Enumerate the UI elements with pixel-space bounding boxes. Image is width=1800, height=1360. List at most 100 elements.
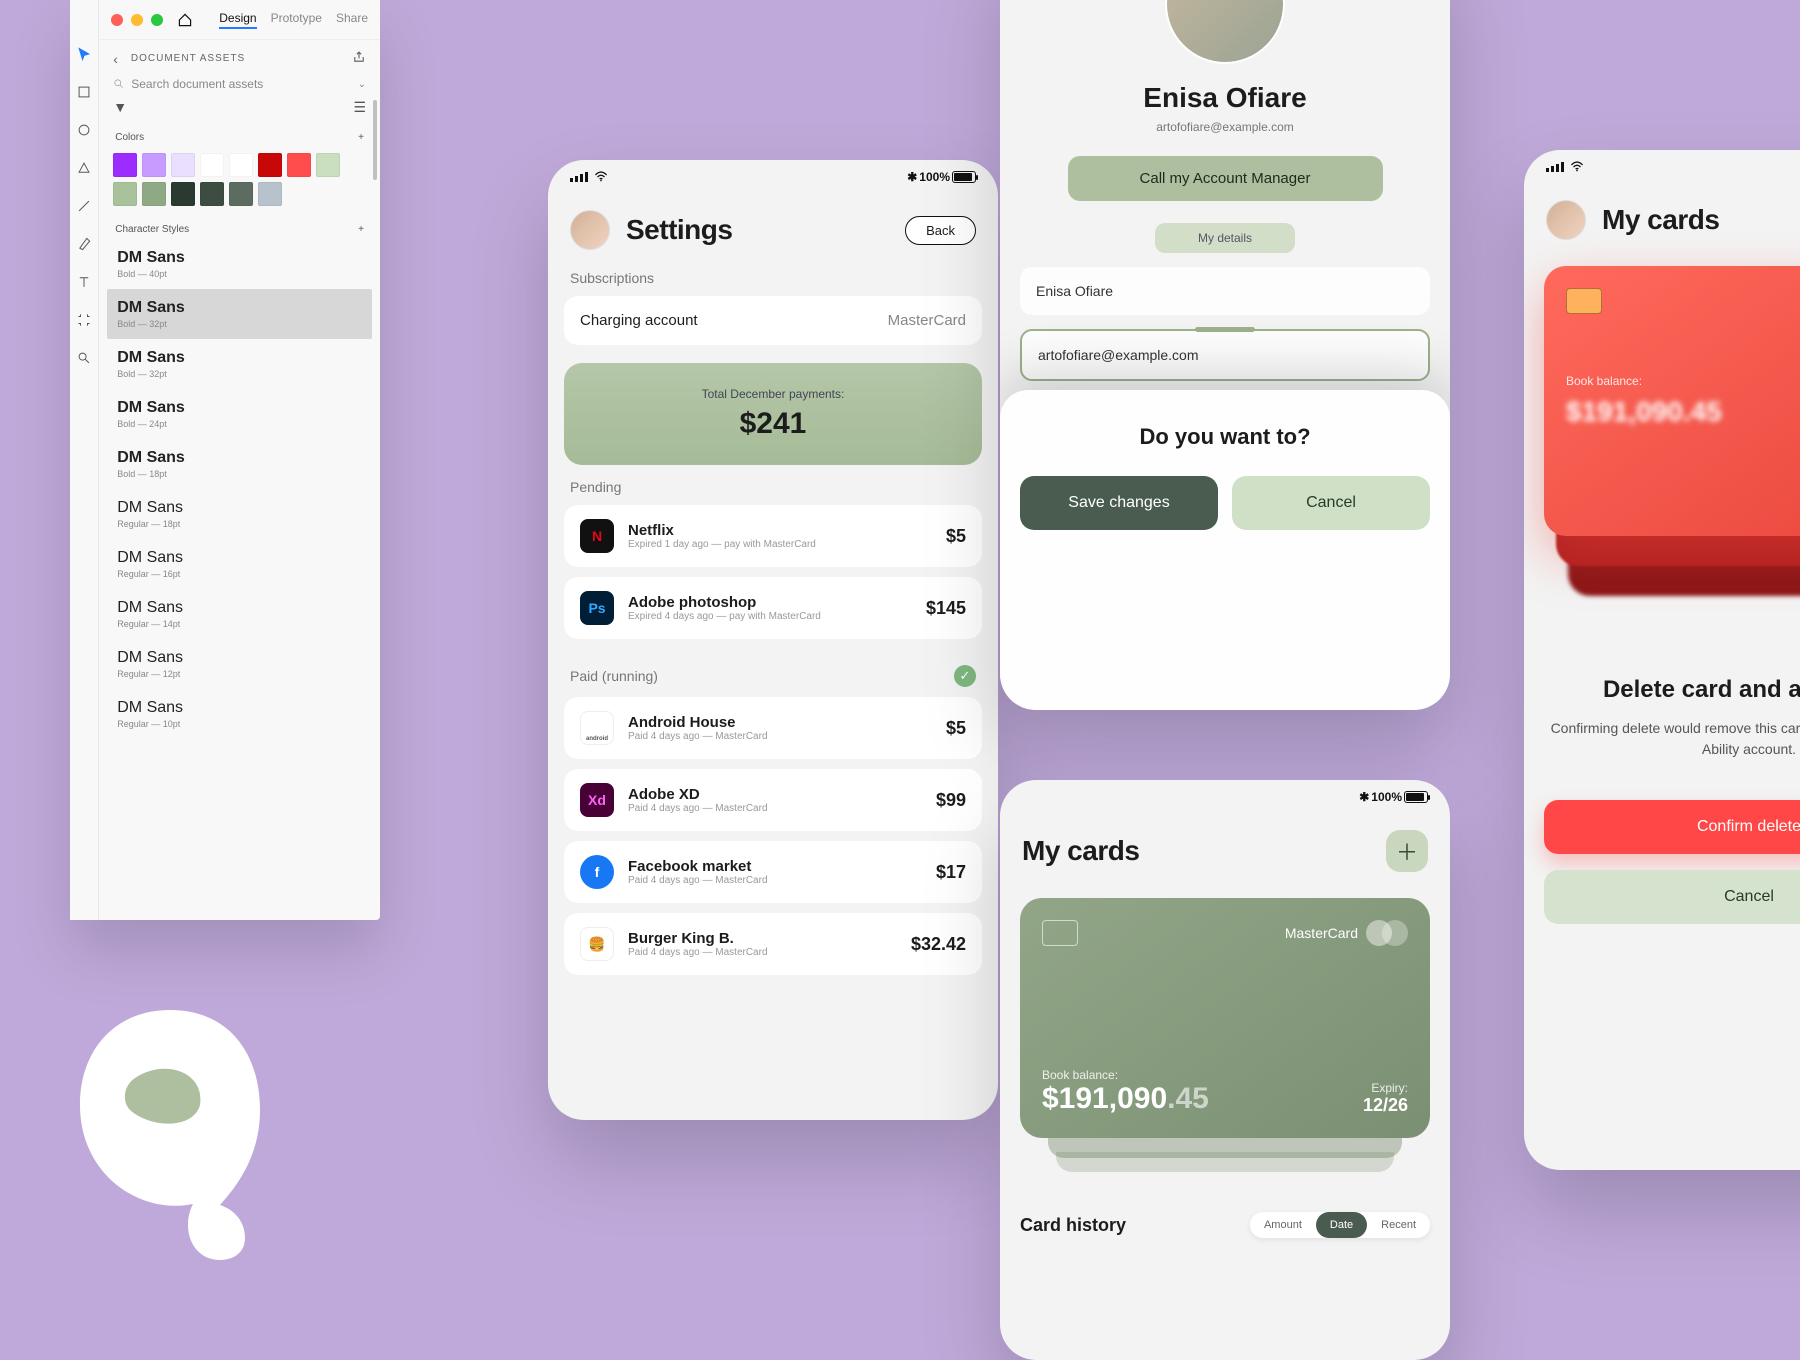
avatar[interactable]: [1546, 200, 1586, 240]
cancel-button[interactable]: Cancel: [1544, 870, 1800, 924]
seg-option[interactable]: Amount: [1250, 1212, 1316, 1238]
colors-header[interactable]: Colors +: [99, 128, 380, 147]
battery-percent: 100%: [1371, 790, 1402, 804]
chevron-down-icon[interactable]: ⌄: [358, 79, 366, 90]
sub-name: Android House: [628, 714, 932, 731]
cancel-button[interactable]: Cancel: [1232, 476, 1430, 530]
avatar[interactable]: [570, 210, 610, 250]
assets-search[interactable]: Search document assets ⌄: [113, 77, 366, 91]
add-card-button[interactable]: ＋: [1386, 830, 1428, 872]
tab-my-details[interactable]: My details: [1155, 223, 1295, 253]
line-tool-icon[interactable]: [74, 196, 94, 216]
char-style-item[interactable]: DM SansBold — 32pt: [107, 339, 372, 389]
subscription-row[interactable]: 🍔Burger King B.Paid 4 days ago — MasterC…: [564, 913, 982, 975]
color-swatch[interactable]: [171, 153, 195, 177]
minimize-window-icon[interactable]: [131, 14, 143, 26]
color-swatch[interactable]: [258, 153, 282, 177]
add-color-icon[interactable]: +: [358, 132, 364, 143]
artboard-tool-icon[interactable]: [74, 310, 94, 330]
subscription-row[interactable]: NNetflixExpired 1 day ago — pay with Mas…: [564, 505, 982, 567]
xd-assets-main: Design Prototype Share ‹ DOCUMENT ASSETS…: [99, 0, 380, 920]
sub-amount: $145: [926, 598, 966, 619]
scrollbar-thumb[interactable]: [373, 100, 377, 180]
charging-account-row[interactable]: Charging account MasterCard: [564, 296, 982, 345]
screen-settings: ✱ 100% Settings Back Subscriptions Charg…: [548, 160, 998, 1120]
tab-design[interactable]: Design: [219, 11, 256, 29]
sub-amount: $32.42: [911, 934, 966, 955]
call-manager-button[interactable]: Call my Account Manager: [1068, 156, 1383, 201]
maximize-window-icon[interactable]: [151, 14, 163, 26]
char-style-item[interactable]: DM SansRegular — 12pt: [107, 639, 372, 689]
char-style-item[interactable]: DM SansRegular — 14pt: [107, 589, 372, 639]
subscription-row[interactable]: PsAdobe photoshopExpired 4 days ago — pa…: [564, 577, 982, 639]
ellipse-tool-icon[interactable]: [74, 120, 94, 140]
rect-tool-icon[interactable]: [74, 82, 94, 102]
name-field[interactable]: Enisa Ofiare: [1020, 267, 1430, 315]
color-swatch[interactable]: [113, 182, 137, 206]
color-swatch[interactable]: [142, 153, 166, 177]
color-swatch[interactable]: [113, 153, 137, 177]
app-icon: N: [580, 519, 614, 553]
save-button[interactable]: Save changes: [1020, 476, 1218, 530]
char-style-item[interactable]: DM SansRegular — 18pt: [107, 489, 372, 539]
text-tool-icon[interactable]: [74, 272, 94, 292]
app-icon: 🍔: [580, 927, 614, 961]
email-field[interactable]: artofofiare@example.com: [1020, 329, 1430, 381]
char-style-item[interactable]: DM SansRegular — 10pt: [107, 689, 372, 739]
pen-tool-icon[interactable]: [74, 234, 94, 254]
total-value: $241: [588, 407, 958, 441]
paid-check-icon: ✓: [954, 665, 976, 687]
char-style-item[interactable]: DM SansBold — 32pt: [107, 289, 372, 339]
sub-meta: Expired 1 day ago — pay with MasterCard: [628, 539, 932, 550]
char-style-item[interactable]: DM SansBold — 40pt: [107, 239, 372, 289]
filter-icon[interactable]: ▼: [113, 99, 127, 116]
color-swatch[interactable]: [229, 153, 253, 177]
sub-amount: $17: [936, 862, 966, 883]
tab-share[interactable]: Share: [336, 11, 368, 29]
subscription-row[interactable]: androidAndroid HousePaid 4 days ago — Ma…: [564, 697, 982, 759]
zoom-tool-icon[interactable]: [74, 348, 94, 368]
assets-title: DOCUMENT ASSETS: [131, 53, 245, 64]
list-view-icon[interactable]: ☰: [353, 99, 366, 116]
seg-option[interactable]: Recent: [1367, 1212, 1430, 1238]
subscription-row[interactable]: fFacebook marketPaid 4 days ago — Master…: [564, 841, 982, 903]
sub-amount: $99: [936, 790, 966, 811]
avatar-large[interactable]: [1165, 0, 1285, 64]
color-swatch[interactable]: [229, 182, 253, 206]
color-swatch[interactable]: [142, 182, 166, 206]
charstyles-header[interactable]: Character Styles +: [99, 220, 380, 239]
color-swatch[interactable]: [200, 153, 224, 177]
char-style-item[interactable]: DM SansRegular — 16pt: [107, 539, 372, 589]
polygon-tool-icon[interactable]: [74, 158, 94, 178]
tab-prototype[interactable]: Prototype: [271, 11, 322, 29]
add-charstyle-icon[interactable]: +: [358, 224, 364, 235]
balance-cents: .45: [1167, 1082, 1209, 1115]
back-button[interactable]: Back: [905, 216, 976, 245]
char-style-item[interactable]: DM SansBold — 24pt: [107, 389, 372, 439]
color-swatch[interactable]: [258, 182, 282, 206]
assets-back-icon[interactable]: ‹: [113, 51, 119, 67]
color-swatch[interactable]: [200, 182, 224, 206]
close-window-icon[interactable]: [111, 14, 123, 26]
home-icon[interactable]: [177, 12, 193, 28]
balance-label: Book balance:: [1042, 1068, 1209, 1082]
history-segment[interactable]: AmountDateRecent: [1250, 1212, 1430, 1238]
battery-icon: [952, 171, 976, 183]
credit-card-red[interactable]: MasterCard Book balance: $191,090.45: [1544, 266, 1800, 536]
color-swatch[interactable]: [171, 182, 195, 206]
subscription-row[interactable]: XdAdobe XDPaid 4 days ago — MasterCard$9…: [564, 769, 982, 831]
select-tool-icon[interactable]: [74, 44, 94, 64]
xd-panel: Design Prototype Share ‹ DOCUMENT ASSETS…: [70, 0, 380, 920]
screen-my-cards: ✱ 100% My cards ＋ MasterCard Book balanc…: [1000, 780, 1450, 1360]
paid-label: Paid (running): [570, 668, 658, 684]
confirm-delete-button[interactable]: Confirm delete: [1544, 800, 1800, 854]
assets-header: ‹ DOCUMENT ASSETS: [99, 40, 380, 77]
char-style-item[interactable]: DM SansBold — 18pt: [107, 439, 372, 489]
color-swatch[interactable]: [316, 153, 340, 177]
seg-option[interactable]: Date: [1316, 1212, 1367, 1238]
credit-card[interactable]: MasterCard Book balance: $191,090.45 Exp…: [1020, 898, 1430, 1138]
xd-tool-column: [70, 0, 99, 920]
color-swatch[interactable]: [287, 153, 311, 177]
export-icon[interactable]: [352, 50, 366, 67]
battery-percent: 100%: [919, 170, 950, 184]
